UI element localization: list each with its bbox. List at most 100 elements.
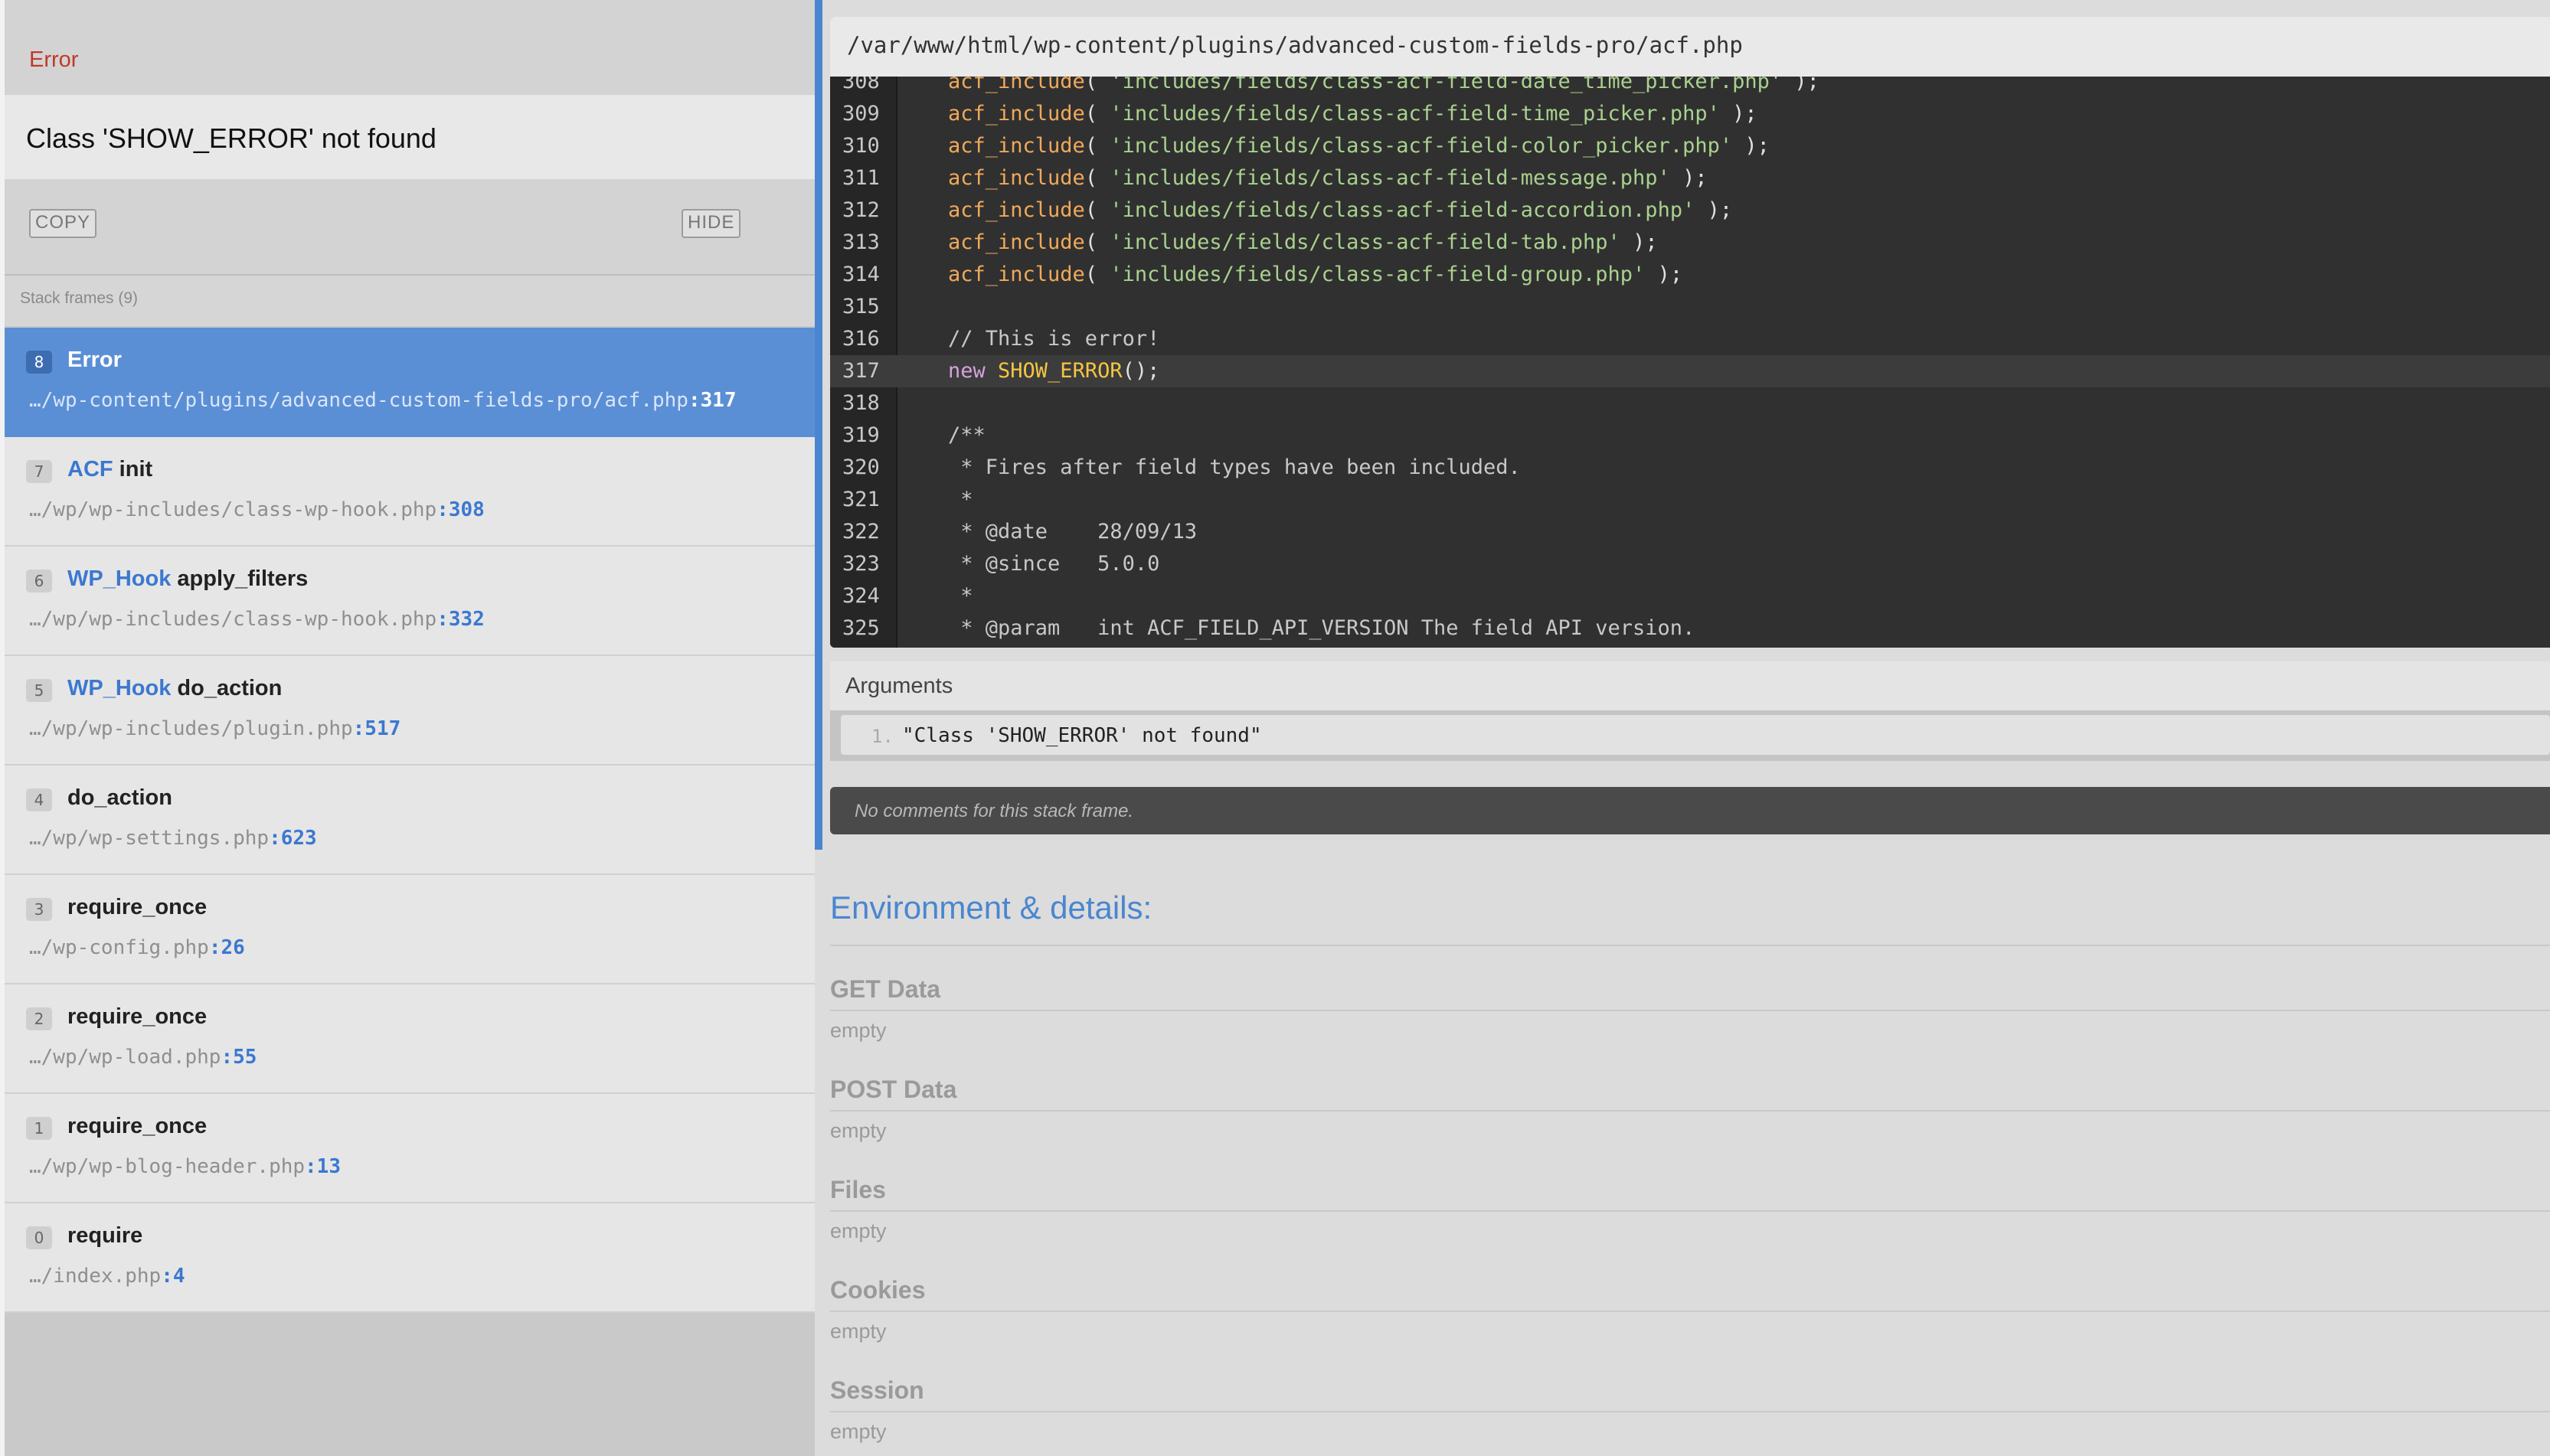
stack-frame[interactable]: 1 require_once …/wp/wp-blog-header.php:13 [5, 1094, 815, 1203]
stack-frame[interactable]: 3 require_once …/wp-config.php:26 [5, 875, 815, 984]
code-source: * @date 28/09/13 [948, 516, 1197, 548]
environment-section-divider [830, 1110, 2550, 1112]
code-token: 'includes/fields/class-acf-field-color_p… [1110, 134, 1733, 158]
line-number: 320 [842, 455, 880, 479]
frame-line-number: :317 [688, 389, 737, 412]
code-token: acf_include [948, 77, 1085, 93]
code-source: acf_include( 'includes/fields/class-acf-… [948, 259, 1682, 291]
frame-title: do_action [67, 785, 172, 811]
stack-frames-count: Stack frames (9) [20, 289, 139, 307]
line-number: 323 [842, 552, 880, 576]
environment-section-title: Cookies [830, 1276, 926, 1304]
code-token: SHOW_ERROR [998, 359, 1123, 383]
line-number: 311 [842, 166, 880, 190]
frame-function: do_action [177, 676, 283, 700]
code-token: ); [1719, 102, 1757, 126]
code-line: 323 * @since 5.0.0 [830, 548, 2550, 580]
frame-file: …/wp/wp-blog-header.php [29, 1155, 306, 1178]
code-source: * Fires after field types have been incl… [948, 452, 1521, 484]
error-header: Error Class 'SHOW_ERROR' not found COPY … [5, 0, 815, 276]
code-token: ); [1695, 198, 1733, 222]
code-token: new [948, 359, 999, 383]
code-line: 308 acf_include( 'includes/fields/class-a… [830, 77, 2550, 98]
frame-number: 4 [26, 788, 52, 811]
stack-frame[interactable]: 2 require_once …/wp/wp-load.php:55 [5, 984, 815, 1094]
stack-frame[interactable]: 4 do_action …/wp/wp-settings.php:623 [5, 766, 815, 875]
environment-section: Files empty [830, 1176, 2550, 1243]
code-line: 313 acf_include( 'includes/fields/class-a… [830, 227, 2550, 259]
stack-frame[interactable]: 5 WP_Hook do_action …/wp/wp-includes/plugi… [5, 656, 815, 766]
line-number: 313 [842, 230, 880, 254]
stack-frame[interactable]: 8 Error …/wp-content/plugins/advanced-cust… [5, 328, 815, 437]
code-token: ); [1645, 263, 1683, 286]
code-line: 321 * [830, 484, 2550, 516]
code-token: 'includes/fields/class-acf-field-accordi… [1110, 198, 1695, 222]
line-number: 319 [842, 423, 880, 447]
frame-file: …/index.php [29, 1265, 162, 1288]
frame-file: …/wp/wp-includes/class-wp-hook.php [29, 498, 437, 521]
frame-line-number: :332 [436, 608, 485, 631]
argument-item: 1. "Class 'SHOW_ERROR' not found" [841, 715, 2550, 755]
code-token: acf_include [948, 102, 1085, 126]
line-number: 312 [842, 198, 880, 222]
frame-function: require_once [67, 1114, 208, 1138]
code-token: acf_include [948, 134, 1085, 158]
frame-function: apply_filters [177, 566, 309, 591]
frame-class: WP_Hook [67, 566, 172, 591]
code-line: 311 acf_include( 'includes/fields/class-a… [830, 162, 2550, 194]
frame-function: Error [67, 348, 122, 372]
frame-number: 0 [26, 1226, 52, 1249]
code-source: acf_include( 'includes/fields/class-acf-… [948, 77, 1819, 98]
code-token: 'includes/fields/class-acf-field-time_pi… [1110, 102, 1720, 126]
code-viewer[interactable]: 308 acf_include( 'includes/fields/class-a… [830, 77, 2550, 648]
stack-frame[interactable]: 0 require …/index.php:4 [5, 1203, 815, 1313]
frame-file: …/wp/wp-includes/class-wp-hook.php [29, 608, 437, 631]
argument-value: "Class 'SHOW_ERROR' not found" [902, 724, 1262, 747]
frame-comments-text: No comments for this stack frame. [855, 801, 1134, 821]
stack-frames-list: 8 Error …/wp-content/plugins/advanced-cust… [5, 328, 815, 1313]
copy-button[interactable]: COPY [29, 209, 97, 238]
line-number: 315 [842, 295, 880, 318]
code-token: * [948, 488, 973, 511]
file-path[interactable]: /var/www/html/wp-content/plugins/advance… [847, 32, 1743, 58]
frame-line-number: :4 [161, 1265, 185, 1288]
line-number: 314 [842, 263, 880, 286]
code-token: ); [1782, 77, 1819, 93]
frame-comments: No comments for this stack frame. [830, 787, 2550, 834]
stack-frame[interactable]: 7 ACF init …/wp/wp-includes/class-wp-hook.… [5, 437, 815, 547]
environment-section: Cookies empty [830, 1276, 2550, 1343]
environment-section: POST Data empty [830, 1076, 2550, 1143]
frame-class: ACF [67, 457, 113, 482]
frame-class: WP_Hook [67, 676, 172, 700]
environment-section-value: empty [830, 1320, 887, 1343]
frame-path: …/wp/wp-includes/class-wp-hook.php:308 [29, 498, 485, 521]
environment-section-value: empty [830, 1219, 887, 1242]
error-message-box: Class 'SHOW_ERROR' not found [5, 95, 815, 179]
line-number: 310 [842, 134, 880, 158]
frame-line-number: :623 [269, 827, 317, 850]
code-source: * [948, 484, 973, 516]
line-number: 324 [842, 584, 880, 608]
line-number: 316 [842, 327, 880, 351]
hide-button[interactable]: HIDE [682, 209, 741, 238]
code-token: acf_include [948, 198, 1085, 222]
environment-section-value: empty [830, 1420, 887, 1443]
frame-line-number: :517 [352, 717, 401, 740]
code-token: (); [1122, 359, 1160, 383]
frame-file: …/wp-content/plugins/advanced-custom-fie… [29, 389, 688, 412]
stack-frame[interactable]: 6 WP_Hook apply_filters …/wp/wp-includes/c… [5, 547, 815, 656]
frame-title: WP_Hook apply_filters [67, 566, 308, 592]
frame-file: …/wp/wp-load.php [29, 1046, 221, 1069]
left-panel: Error Class 'SHOW_ERROR' not found COPY … [0, 0, 815, 1456]
code-line: 315 [830, 291, 2550, 323]
frame-title: require_once [67, 895, 207, 920]
frame-title: require_once [67, 1114, 207, 1139]
frame-title: ACF init [67, 457, 152, 482]
frame-number: 6 [26, 570, 52, 593]
code-token: ( [1084, 230, 1110, 254]
code-source: new SHOW_ERROR(); [948, 355, 1159, 387]
line-number: 325 [842, 616, 880, 640]
code-line: 317 new SHOW_ERROR(); [830, 355, 2550, 387]
code-token: 'includes/fields/class-acf-field-date_ti… [1110, 77, 1783, 93]
code-source: // This is error! [948, 323, 1159, 355]
